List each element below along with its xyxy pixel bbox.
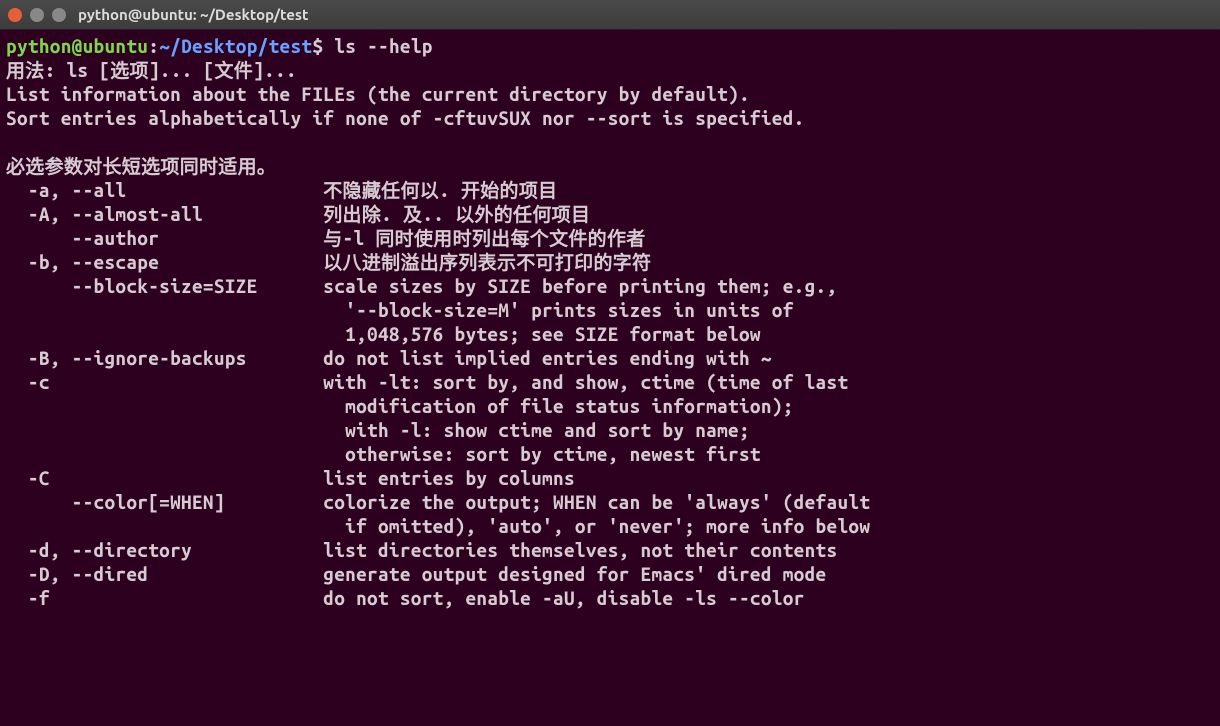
output-line: with -l: show ctime and sort by name; — [6, 419, 750, 441]
output-line: modification of file status information)… — [6, 395, 794, 417]
output-line: if omitted), 'auto', or 'never'; more in… — [6, 515, 870, 537]
terminal-area[interactable]: python@ubuntu:~/Desktop/test$ ls --help … — [0, 30, 1220, 614]
output-line: '--block-size=M' prints sizes in units o… — [6, 299, 794, 321]
output-line: 必选参数对长短选项同时适用。 — [6, 155, 276, 177]
output-line: -c with -lt: sort by, and show, ctime (t… — [6, 371, 848, 393]
prompt-user-host: python@ubuntu — [6, 35, 148, 57]
output-line: Sort entries alphabetically if none of -… — [6, 107, 805, 129]
output-line: --block-size=SIZE scale sizes by SIZE be… — [6, 275, 837, 297]
output-line: 1,048,576 bytes; see SIZE format below — [6, 323, 761, 345]
prompt-sep: : — [148, 35, 159, 57]
maximize-icon[interactable] — [52, 8, 66, 22]
window-titlebar: python@ubuntu: ~/Desktop/test — [0, 0, 1220, 30]
output-line: -A, --almost-all 列出除. 及.. 以外的任何项目 — [6, 203, 590, 225]
output-line: -b, --escape 以八进制溢出序列表示不可打印的字符 — [6, 251, 651, 273]
output-line: --color[=WHEN] colorize the output; WHEN… — [6, 491, 870, 513]
output-line: --author 与-l 同时使用时列出每个文件的作者 — [6, 227, 646, 249]
command-text: ls --help — [334, 35, 432, 57]
window-title: python@ubuntu: ~/Desktop/test — [78, 6, 308, 23]
output-line: otherwise: sort by ctime, newest first — [6, 443, 761, 465]
prompt-path: ~/Desktop/test — [159, 35, 312, 57]
minimize-icon[interactable] — [30, 8, 44, 22]
output-line: -C list entries by columns — [6, 467, 575, 489]
prompt-dollar: $ — [312, 35, 323, 57]
output-line: -B, --ignore-backups do not list implied… — [6, 347, 772, 369]
output-line: -D, --dired generate output designed for… — [6, 563, 827, 585]
output-line: -d, --directory list directories themsel… — [6, 539, 837, 561]
output-line: 用法: ls [选项]... [文件]... — [6, 59, 297, 81]
output-line: List information about the FILEs (the cu… — [6, 83, 750, 105]
output-line: -f do not sort, enable -aU, disable -ls … — [6, 587, 805, 609]
window-controls — [8, 8, 66, 22]
output-line: -a, --all 不隐藏任何以. 开始的项目 — [6, 179, 557, 201]
close-icon[interactable] — [8, 8, 22, 22]
